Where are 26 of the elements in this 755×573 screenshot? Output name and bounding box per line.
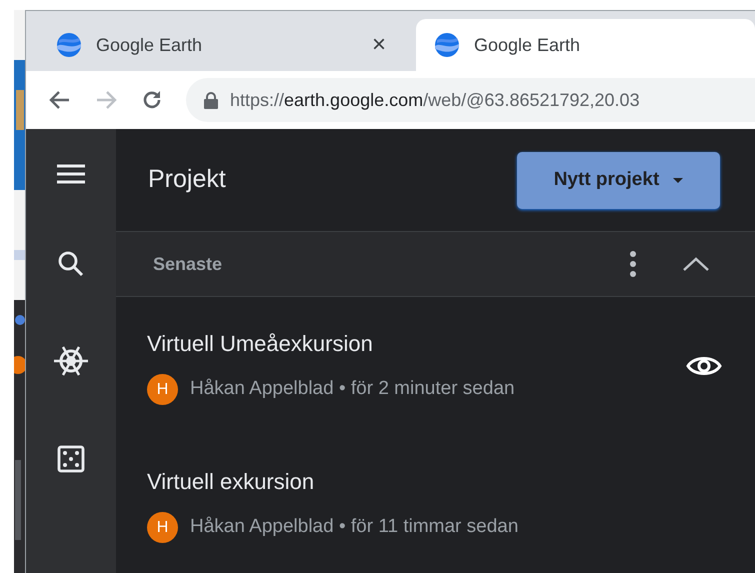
- project-item[interactable]: Virtuell Umeåexkursion H Håkan Appelblad • för 2 minuter sedan: [116, 297, 755, 435]
- globe-icon: [434, 32, 460, 58]
- browser-tab[interactable]: Google Earth ×: [26, 19, 416, 72]
- project-title: Virtuell exkursion: [147, 468, 316, 496]
- eye-icon[interactable]: [686, 354, 722, 378]
- project-title: Virtuell Umeåexkursion: [147, 330, 374, 358]
- close-icon[interactable]: ×: [372, 27, 386, 64]
- more-icon[interactable]: [630, 251, 636, 277]
- url-text: https://earth.google.com/web/@63.86521792,20.03: [230, 88, 640, 112]
- project-item[interactable]: Virtuell exkursion H Håkan Appelblad • för 11 timmar sedan: [116, 435, 755, 573]
- globe-icon: [56, 32, 82, 58]
- section-title: Senaste: [153, 252, 224, 276]
- avatar: H: [147, 374, 178, 405]
- chevron-icon[interactable]: [682, 256, 710, 272]
- project-meta: Håkan Appelblad • för 11 timmar sedan: [190, 515, 518, 540]
- address-bar[interactable]: https://earth.google.com/web/@63.86521792,20.03: [186, 78, 755, 122]
- search-icon[interactable]: [58, 251, 84, 277]
- dice-icon[interactable]: [57, 445, 85, 473]
- caret-icon: [673, 178, 684, 182]
- lock-icon: [204, 92, 218, 109]
- browser-tab[interactable]: Google Earth: [416, 19, 755, 72]
- menu-icon[interactable]: [56, 163, 86, 185]
- new-project-button[interactable]: Nytt projekt: [517, 152, 720, 208]
- project-meta: Håkan Appelblad • för 2 minuter sedan: [190, 377, 515, 402]
- avatar: H: [147, 512, 178, 543]
- panel-title: Projekt: [148, 164, 226, 196]
